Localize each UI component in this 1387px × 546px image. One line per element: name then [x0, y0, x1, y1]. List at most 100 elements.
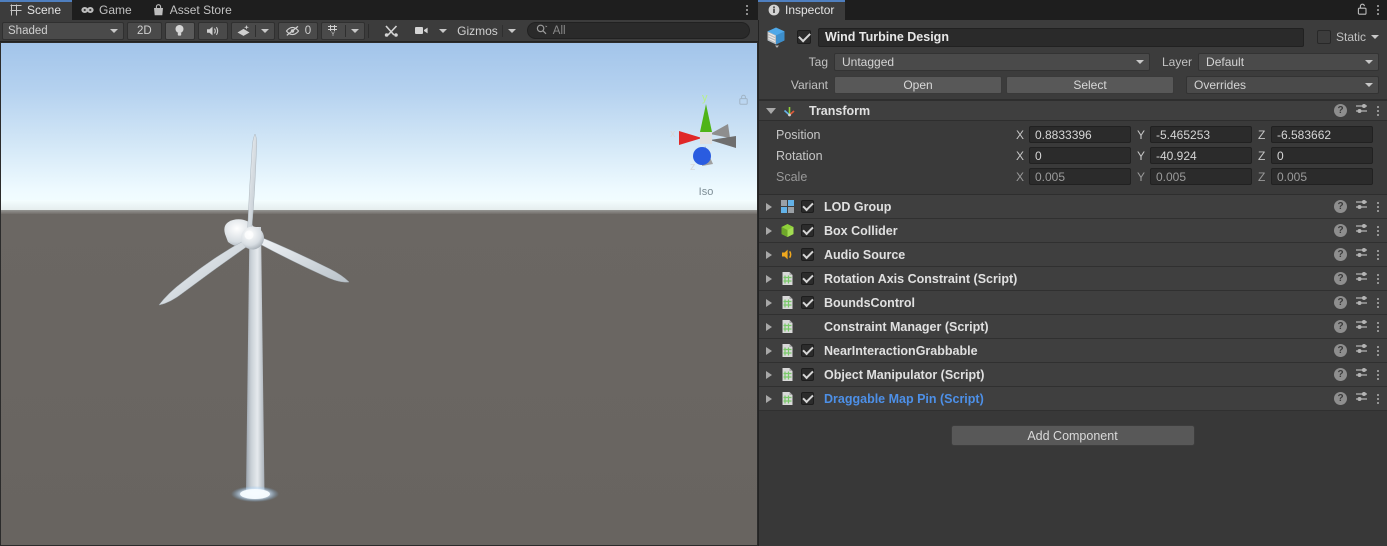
help-icon[interactable]: ? — [1334, 296, 1347, 309]
preset-sliders-icon[interactable] — [1355, 199, 1369, 214]
scene-panel-menu-button[interactable] — [736, 0, 758, 20]
rotation-y[interactable]: Y -40.924 — [1137, 147, 1258, 164]
kebab-menu-icon[interactable] — [1377, 249, 1379, 260]
help-icon[interactable]: ? — [1334, 344, 1347, 357]
kebab-menu-icon[interactable] — [1377, 273, 1379, 284]
component-row[interactable]: LOD Group? — [758, 195, 1387, 219]
rotation-z[interactable]: Z 0 — [1258, 147, 1379, 164]
chevron-right-icon[interactable] — [766, 250, 772, 259]
preset-sliders-icon[interactable] — [1355, 103, 1369, 118]
grid-dropdown-group[interactable]: Y — [321, 21, 366, 40]
transform-component-header[interactable]: Transform ? — [758, 100, 1387, 121]
camera-dropdown-group[interactable] — [410, 22, 452, 40]
position-z[interactable]: Z -6.583662 — [1258, 126, 1379, 143]
wind-turbine-model[interactable] — [0, 42, 758, 546]
static-toggle[interactable]: Static — [1311, 30, 1379, 44]
gizmos-dropdown-group[interactable]: Gizmos — [455, 22, 521, 40]
padlock-icon[interactable] — [739, 94, 748, 108]
help-icon[interactable]: ? — [1334, 224, 1347, 237]
preset-sliders-icon[interactable] — [1355, 319, 1369, 334]
tab-asset-store[interactable]: Asset Store — [143, 0, 243, 20]
prefab-select-button[interactable]: Select — [1006, 76, 1174, 94]
gizmos-dropdown-button[interactable] — [503, 28, 521, 33]
component-enabled-checkbox[interactable] — [801, 248, 814, 261]
kebab-menu-icon[interactable] — [1377, 345, 1379, 356]
gizmo-projection-label[interactable]: Iso — [658, 186, 754, 198]
static-checkbox[interactable] — [1316, 30, 1331, 44]
component-enabled-checkbox[interactable] — [801, 272, 814, 285]
position-y-input[interactable]: -5.465253 — [1150, 126, 1252, 143]
scene-tools-button[interactable] — [375, 22, 407, 40]
kebab-menu-icon[interactable] — [1377, 393, 1379, 404]
chevron-right-icon[interactable] — [766, 274, 772, 283]
component-enabled-checkbox[interactable] — [801, 368, 814, 381]
rotation-y-input[interactable]: -40.924 — [1150, 147, 1252, 164]
prefab-open-button[interactable]: Open — [834, 76, 1002, 94]
prefab-overrides-dropdown[interactable]: Overrides — [1186, 76, 1379, 94]
add-component-button[interactable]: Add Component — [950, 425, 1195, 446]
position-z-input[interactable]: -6.583662 — [1271, 126, 1373, 143]
layer-dropdown[interactable]: Default — [1198, 53, 1379, 71]
lighting-toggle-button[interactable] — [164, 21, 195, 40]
preset-sliders-icon[interactable] — [1355, 391, 1369, 406]
chevron-right-icon[interactable] — [766, 202, 772, 211]
toggle-2d-button[interactable]: 2D — [127, 21, 162, 40]
kebab-menu-icon[interactable] — [1377, 369, 1379, 380]
component-enabled-checkbox[interactable] — [801, 200, 814, 213]
component-row[interactable]: Box Collider? — [758, 219, 1387, 243]
component-row[interactable]: BoundsControl? — [758, 291, 1387, 315]
position-x[interactable]: X 0.8833396 — [1016, 126, 1137, 143]
help-icon[interactable]: ? — [1334, 104, 1347, 117]
component-row[interactable]: Rotation Axis Constraint (Script)? — [758, 267, 1387, 291]
help-icon[interactable]: ? — [1334, 248, 1347, 261]
scene-search-input[interactable]: All — [526, 22, 750, 39]
component-enabled-checkbox[interactable] — [801, 224, 814, 237]
rotation-x-input[interactable]: 0 — [1029, 147, 1131, 164]
preset-sliders-icon[interactable] — [1355, 271, 1369, 286]
tag-dropdown[interactable]: Untagged — [834, 53, 1150, 71]
component-enabled-checkbox[interactable] — [801, 344, 814, 357]
chevron-right-icon[interactable] — [766, 298, 772, 307]
object-enabled-checkbox[interactable] — [797, 30, 811, 44]
chevron-right-icon[interactable] — [766, 226, 772, 235]
preset-sliders-icon[interactable] — [1355, 223, 1369, 238]
kebab-menu-icon[interactable] — [1377, 5, 1379, 15]
rotation-z-input[interactable]: 0 — [1271, 147, 1373, 164]
tab-game[interactable]: Game — [72, 0, 143, 20]
help-icon[interactable]: ? — [1334, 272, 1347, 285]
component-row[interactable]: NearInteractionGrabbable? — [758, 339, 1387, 363]
scale-z[interactable]: Z 0.005 — [1258, 168, 1379, 185]
help-icon[interactable]: ? — [1334, 392, 1347, 405]
position-y[interactable]: Y -5.465253 — [1137, 126, 1258, 143]
component-enabled-checkbox[interactable] — [801, 296, 814, 309]
preset-sliders-icon[interactable] — [1355, 343, 1369, 358]
help-icon[interactable]: ? — [1334, 200, 1347, 213]
chevron-right-icon[interactable] — [766, 394, 772, 403]
kebab-menu-icon[interactable] — [1377, 225, 1379, 236]
kebab-menu-icon[interactable] — [1377, 105, 1379, 116]
preset-sliders-icon[interactable] — [1355, 367, 1369, 382]
rotation-x[interactable]: X 0 — [1016, 147, 1137, 164]
prefab-cube-icon[interactable] — [764, 25, 790, 49]
scale-x[interactable]: X 0.005 — [1016, 168, 1137, 185]
chevron-down-icon[interactable] — [766, 107, 776, 114]
chevron-right-icon[interactable] — [766, 370, 772, 379]
tab-inspector[interactable]: Inspector — [758, 0, 846, 20]
component-row[interactable]: Constraint Manager (Script)? — [758, 315, 1387, 339]
draw-mode-dropdown[interactable]: Shaded — [2, 21, 124, 40]
component-row[interactable]: Object Manipulator (Script)? — [758, 363, 1387, 387]
fx-dropdown-button[interactable] — [256, 28, 274, 33]
object-name-input[interactable]: Wind Turbine Design — [818, 27, 1304, 47]
chevron-right-icon[interactable] — [766, 346, 772, 355]
component-enabled-checkbox[interactable] — [801, 392, 814, 405]
camera-dropdown-button[interactable] — [434, 28, 452, 33]
audio-toggle-button[interactable] — [197, 21, 228, 40]
hidden-objects-button[interactable]: 0 — [277, 21, 319, 40]
help-icon[interactable]: ? — [1334, 320, 1347, 333]
padlock-open-icon[interactable] — [1357, 3, 1368, 18]
chevron-right-icon[interactable] — [766, 322, 772, 331]
kebab-menu-icon[interactable] — [1377, 201, 1379, 212]
tab-scene[interactable]: Scene — [0, 0, 73, 20]
position-x-input[interactable]: 0.8833396 — [1029, 126, 1131, 143]
kebab-menu-icon[interactable] — [1377, 297, 1379, 308]
